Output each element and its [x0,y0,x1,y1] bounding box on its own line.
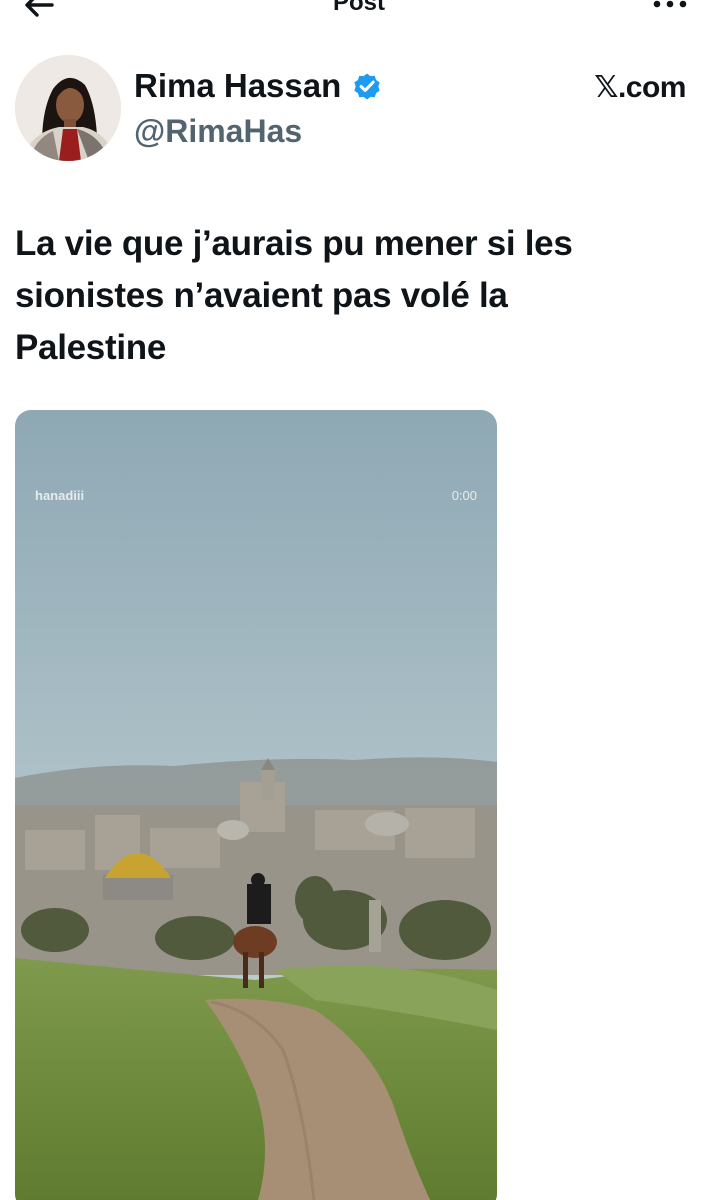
video-timestamp: 0:00 [451,488,477,503]
author-name-row[interactable]: Rima Hassan [134,64,383,108]
post-video[interactable]: hanadiii 0:00 [15,410,497,1200]
video-thumbnail [15,410,497,1200]
video-username: hanadiii [35,488,85,503]
avatar[interactable] [15,55,121,161]
post-text: La vie que j’aurais pu mener si les sion… [15,224,573,367]
more-options-button[interactable] [650,0,690,14]
post-page: Post Rima Hassan @RimaHas 𝕏.com La vie q… [0,0,718,1200]
page-title: Post [332,0,385,16]
more-horizontal-icon [653,0,687,8]
avatar-image [15,55,121,161]
verified-badge-icon [354,73,380,100]
x-brand-logo: 𝕏.com [594,71,686,104]
top-bar: Post [0,0,718,24]
author-name: Rima Hassan [134,67,342,104]
author-handle[interactable]: @RimaHas [134,110,302,152]
